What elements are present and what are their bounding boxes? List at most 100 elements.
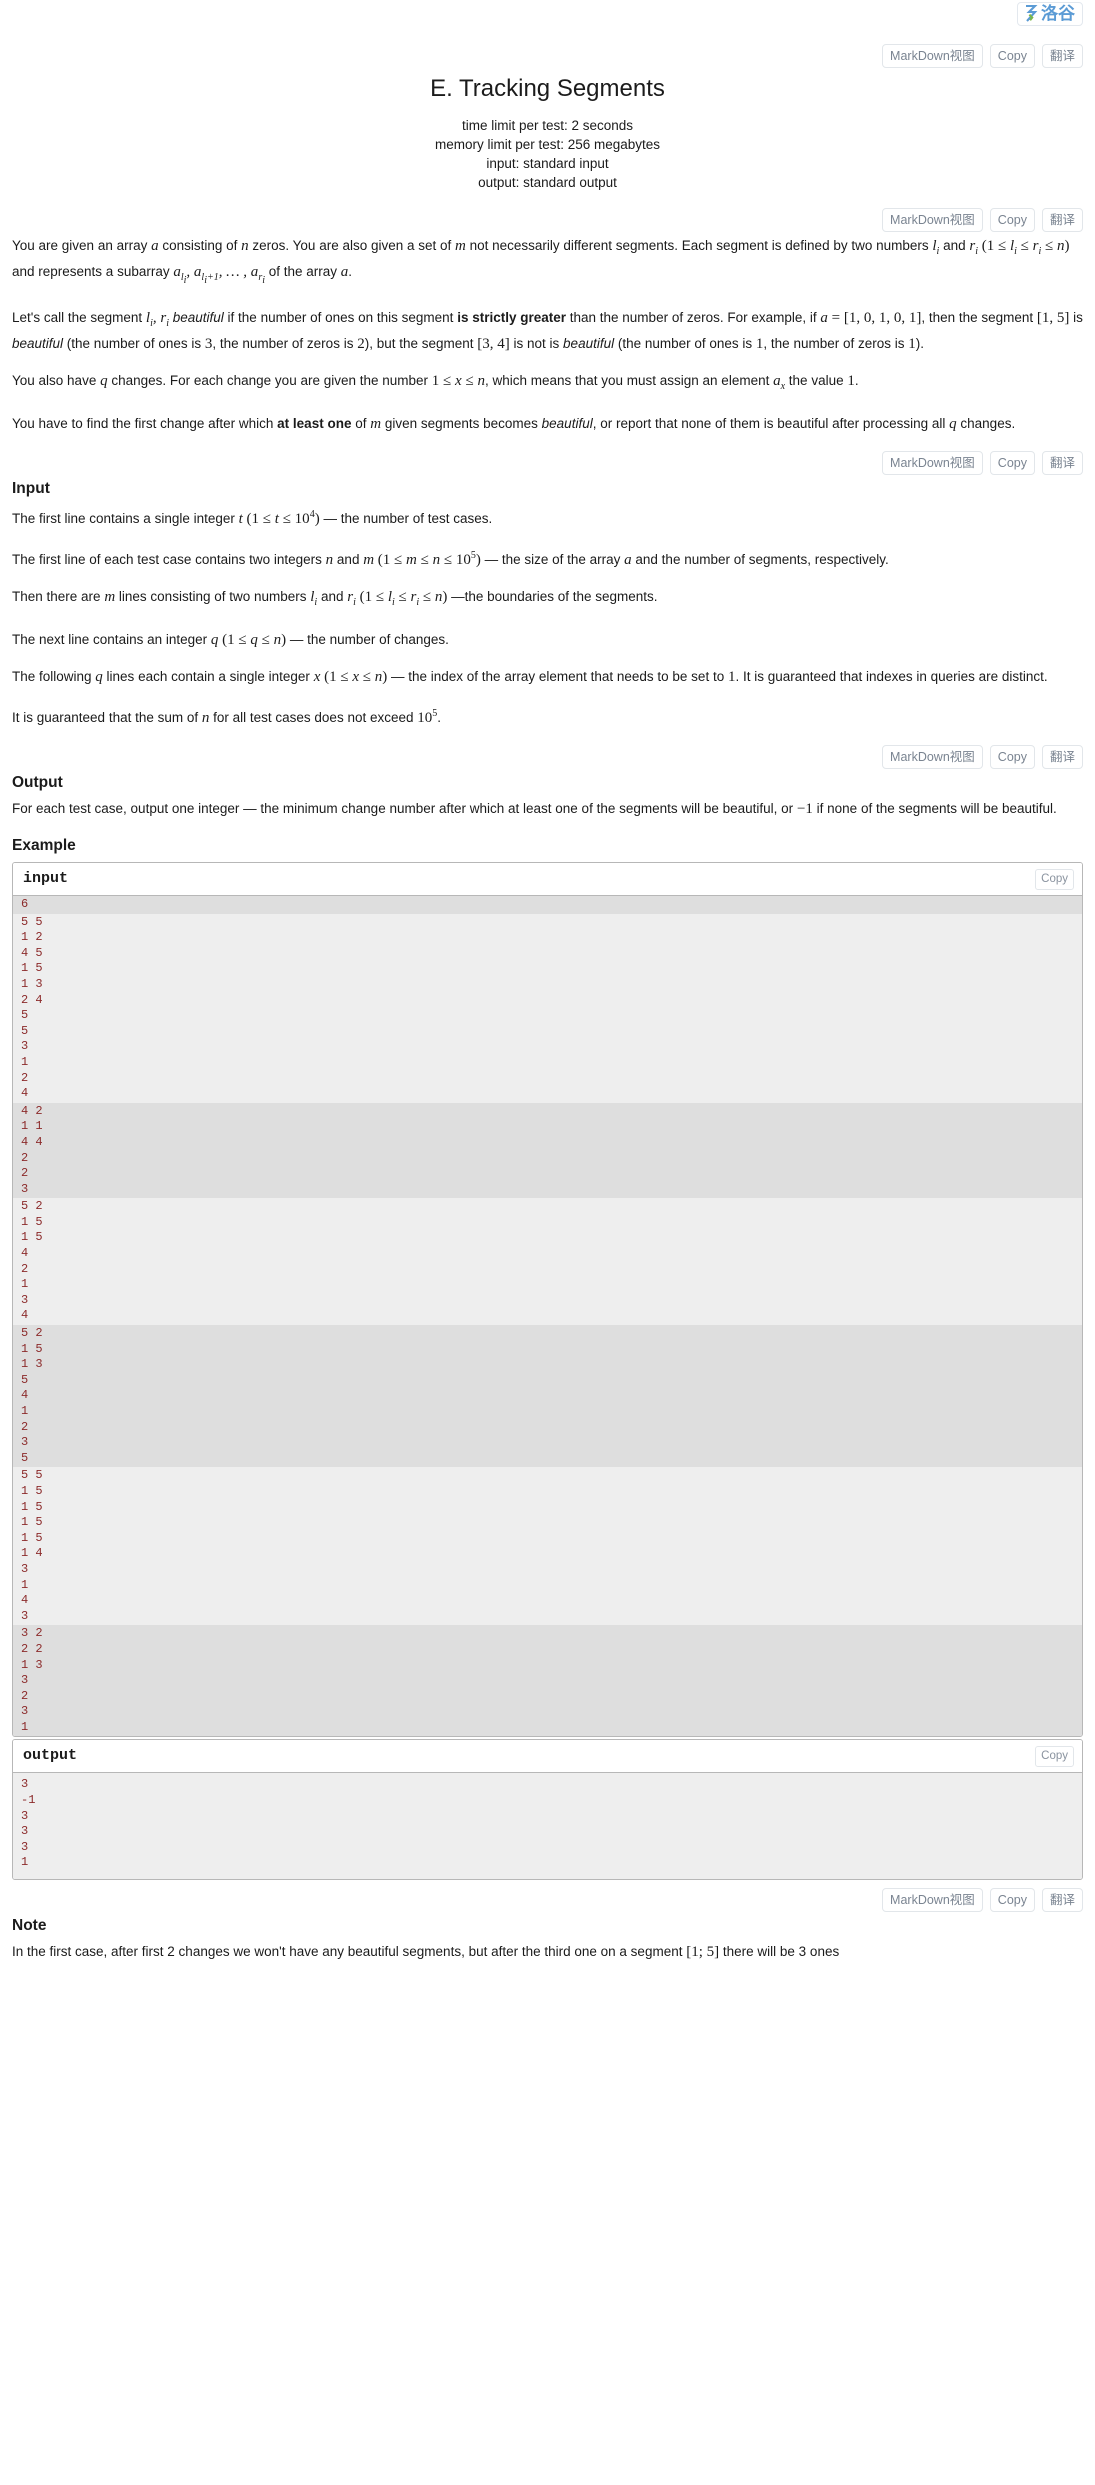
sample-line: 1 5 (21, 1483, 43, 1498)
text-run: . (348, 264, 353, 279)
emph-beautiful: beautiful (172, 310, 224, 325)
section-heading-output: Output (12, 774, 63, 791)
text-run: Then there are (12, 589, 105, 604)
sample-input-label: input (23, 870, 69, 887)
count-zeros: 2 (357, 336, 365, 352)
copy-button[interactable]: Copy (989, 451, 1035, 475)
text-run: , or report that none of them is beautif… (592, 416, 950, 431)
count-zeros-2: 1 (908, 336, 916, 352)
text-run: if the number of ones on this segment (223, 310, 458, 325)
copy-output-button[interactable]: Copy (1035, 1746, 1074, 1768)
sample-line: 4 (21, 1086, 29, 1101)
text-run: The first line contains a single integer (12, 511, 239, 526)
luogu-logo-icon (1024, 4, 1039, 22)
sample-line: 3 (21, 1292, 29, 1307)
sample-test-case-group: 5 21 51 542134 (13, 1198, 1082, 1326)
text-run: there will be 3 ones (719, 1944, 840, 1960)
constraint-x: (1 ≤ x ≤ n) (320, 669, 388, 685)
toolbar-note: MarkDown视图 Copy 翻译 (12, 1888, 1083, 1913)
array-example: a = [1, 0, 1, 0, 1] (820, 310, 922, 326)
text-run: changes. For each change you are given t… (107, 373, 432, 388)
note-paragraph: In the first case, after first 2 changes… (12, 1942, 1083, 1962)
text-run: changes. (956, 416, 1016, 431)
input-section: Input The first line contains a single i… (12, 479, 1083, 728)
text-run: , which means that you must assign an el… (484, 373, 774, 388)
sample-line: 2 (21, 1150, 29, 1165)
constraint-li-ri: (1 ≤ li ≤ ri ≤ n) (977, 238, 1070, 257)
translate-button[interactable]: 翻译 (1041, 1888, 1083, 1913)
text-run: if none of the segments will be beautifu… (812, 801, 1057, 816)
luogu-logo-badge[interactable]: 洛谷 (1017, 2, 1083, 26)
text-run: is not is (509, 336, 564, 351)
output-mode: output: standard output (478, 175, 617, 190)
text-run: consisting of (158, 238, 242, 253)
var-m: m (455, 238, 466, 254)
copy-button[interactable]: Copy (989, 745, 1035, 769)
problem-header: E. Tracking Segments time limit per test… (12, 74, 1083, 192)
text-run: For each test case, output one integer —… (12, 801, 797, 816)
text-run: zeros. You are also given a set of (248, 238, 456, 253)
toolbar-output: MarkDown视图 Copy 翻译 (12, 745, 1083, 769)
sample-line: 1 5 (21, 1214, 43, 1229)
text-run: — the number of test cases. (319, 511, 493, 526)
sample-line: 1 (21, 1277, 29, 1292)
sample-test-case-group: 6 (13, 896, 1082, 914)
markdown-view-button[interactable]: MarkDown视图 (882, 1888, 983, 1913)
var-q: q (100, 373, 108, 389)
text-run: It is guaranteed that the sum of (12, 710, 202, 725)
sample-output-header: output Copy (13, 1740, 1082, 1774)
output-section: Output For each test case, output one in… (12, 773, 1083, 819)
sample-line: 5 (21, 1023, 29, 1038)
translate-button[interactable]: 翻译 (1041, 44, 1083, 68)
limit-10-5: 105 (417, 708, 438, 726)
site-logo-row: 洛谷 (12, 0, 1083, 36)
input-line-4: The next line contains an integer q (1 ≤… (12, 630, 1083, 650)
copy-input-button[interactable]: Copy (1035, 869, 1074, 890)
text-run: — the index of the array element that ne… (387, 669, 728, 684)
copy-button[interactable]: Copy (989, 1888, 1035, 1913)
text-run: . (854, 373, 859, 388)
sample-line: 3 (21, 1039, 29, 1054)
sample-test-case-group: 5 21 51 3541235 (13, 1325, 1082, 1468)
var-m: m (363, 552, 375, 568)
text-run: and (333, 552, 364, 567)
sample-line: 1 5 (21, 1499, 43, 1514)
text-run: The following (12, 669, 96, 684)
var-q: q (95, 669, 103, 685)
markdown-view-button[interactable]: MarkDown视图 (882, 44, 983, 68)
translate-button[interactable]: 翻译 (1041, 745, 1083, 769)
section-heading-input: Input (12, 480, 50, 497)
sample-test-case-group: 5 51 51 51 51 51 43143 (13, 1467, 1082, 1626)
statement-paragraph-4: You have to find the first change after … (12, 414, 1083, 434)
translate-button[interactable]: 翻译 (1041, 451, 1083, 475)
var-a: a (624, 552, 632, 568)
sample-input-block: input Copy 65 51 24 51 51 32 45531244 21… (12, 862, 1083, 1738)
sample-line: 2 (21, 1166, 29, 1181)
var-n: n (241, 238, 249, 254)
sample-line: 3 (21, 1435, 29, 1450)
translate-button[interactable]: 翻译 (1041, 208, 1083, 232)
text-run: In the first case, after first 2 changes… (12, 1944, 687, 1960)
sample-line: 5 2 (21, 1199, 43, 1214)
emph-at-least-one: at least one (277, 416, 352, 431)
segment-1-5: [1, 5] (1036, 310, 1070, 326)
sample-line: 1 5 (21, 1341, 43, 1356)
sample-line: 4 4 (21, 1134, 43, 1149)
statement-paragraph-3: You also have q changes. For each change… (12, 371, 1083, 397)
sample-line: 2 (21, 1688, 29, 1703)
sample-line: 1 3 (21, 1657, 43, 1672)
sample-line: 4 (21, 1308, 29, 1323)
markdown-view-button[interactable]: MarkDown视图 (882, 208, 983, 232)
copy-button[interactable]: Copy (989, 44, 1035, 68)
sample-line: 4 (21, 1388, 29, 1403)
sample-line: 5 5 (21, 914, 43, 929)
section-heading-note: Note (12, 1917, 47, 1935)
markdown-view-button[interactable]: MarkDown视图 (882, 451, 983, 475)
text-run: and the number of segments, respectively… (631, 552, 889, 567)
copy-button[interactable]: Copy (989, 208, 1035, 232)
sample-test-case-group: 3 22 21 33231 (13, 1625, 1082, 1737)
sample-test-case-group: 5 51 24 51 51 32 4553124 (13, 913, 1082, 1103)
text-run: ). (915, 336, 924, 351)
markdown-view-button[interactable]: MarkDown视图 (882, 745, 983, 769)
emph-beautiful: beautiful (12, 336, 64, 351)
